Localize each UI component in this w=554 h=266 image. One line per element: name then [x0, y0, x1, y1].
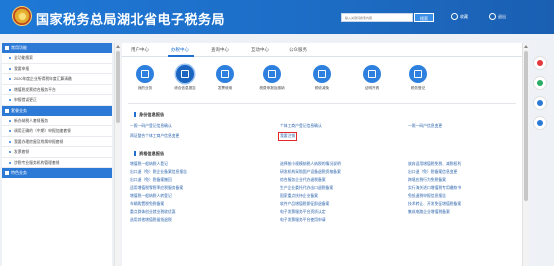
registration-icon — [414, 70, 422, 78]
wechat-icon — [537, 80, 543, 86]
mobile-float-button[interactable] — [533, 96, 547, 110]
service-link[interactable]: 国家重点扶持企业备案 — [280, 194, 318, 199]
service-link[interactable]: 重点群体创业就业税收优惠 — [130, 210, 176, 215]
favorites-link[interactable]: 收藏 — [460, 14, 468, 20]
sidebar-scrollbar[interactable] — [114, 43, 121, 266]
service-link[interactable]: 技术转让、开发免征增值税备案 — [408, 202, 461, 207]
scroll-up-arrow-icon[interactable] — [524, 45, 528, 48]
sidebar-item[interactable]: 调用正确的（中期）申报加速套餐 — [2, 126, 112, 137]
service-link[interactable]: 出口退（免）税备案信息变更 — [408, 170, 457, 175]
site-title: 国家税务总局湖北省电子税务局 — [36, 12, 226, 27]
sidebar-section-packages[interactable]: 套餐业务 — [2, 105, 112, 116]
service-link[interactable]: 研发机构采购国产设备退税资格备案 — [280, 170, 341, 175]
function-certificate[interactable]: 证明开具 — [352, 65, 392, 91]
sidebar-section-common[interactable]: 常用功能 — [2, 43, 112, 53]
function-tax-declaration[interactable]: 税费申报及缴纳 — [252, 65, 292, 91]
service-link[interactable]: 综合服务企业代办退税备案 — [280, 178, 326, 183]
weibo-float-button[interactable] — [533, 56, 547, 70]
site-header: 国家税务总局湖北省电子税务局 搜索 收藏 退出 — [0, 0, 554, 34]
scrollbar-thumb[interactable] — [116, 51, 120, 123]
function-my-business[interactable]: 我的业务 — [125, 65, 165, 91]
briefcase-icon — [141, 70, 149, 78]
section-title-identity: 身份信息报告 — [139, 112, 165, 117]
sidebar-item[interactable]: 我要办理房屋及附属申报套餐 — [2, 137, 112, 147]
scrollbar-thumb[interactable] — [524, 51, 528, 201]
service-link[interactable]: 个体工商户登记信息确认 — [280, 124, 322, 129]
search-input[interactable] — [342, 14, 412, 21]
logout-icon[interactable] — [489, 13, 496, 20]
tab-tax-center[interactable]: 办税中心 — [171, 47, 189, 53]
service-panel: 身份信息报告 一照一码户登记信息确认 个体工商户登记信息确认 一照一码户信息变更… — [128, 103, 516, 266]
grid-icon — [5, 46, 9, 50]
service-link[interactable]: 实行海关进口增值税专用缴款书 — [408, 186, 461, 191]
service-link[interactable]: 增值税一般纳税人登记 — [130, 162, 168, 167]
sidebar-item[interactable]: 申报错误更正 — [2, 95, 112, 106]
service-link[interactable]: 一照一码户登记信息确认 — [130, 124, 172, 129]
main-scrollbar[interactable] — [522, 43, 529, 266]
tab-public-service[interactable]: 公众服务 — [289, 47, 307, 53]
sidebar-item[interactable]: 2020年度企业所得税年度汇算清缴 — [2, 74, 112, 85]
function-invoice[interactable]: 发票使用 — [205, 65, 245, 91]
sidebar-item[interactable]: 我要申报 — [2, 64, 112, 74]
grid-icon — [5, 171, 9, 175]
service-link[interactable]: 增值税一般纳税人转登记 — [130, 194, 172, 199]
sidebar-section-special[interactable]: 特色业务 — [2, 168, 112, 178]
search-button[interactable]: 搜索 — [414, 13, 434, 22]
main-content: 用户中心 办税中心 查询中心 互动中心 公众服务 我的业务 综合信息报告 发票使… — [122, 43, 522, 266]
certificate-icon — [368, 70, 376, 78]
service-link[interactable]: 免抵退税申报信息报告 — [408, 194, 446, 199]
mobile-icon — [537, 100, 543, 106]
service-link[interactable]: 跨境应税行为免税备案 — [408, 178, 446, 183]
service-link[interactable]: 出口退（免）税企业备案信息报告 — [130, 170, 187, 175]
function-registration[interactable]: 税务登记 — [398, 65, 438, 91]
service-link[interactable]: 电子发票服务平台资质认定 — [280, 210, 326, 215]
back-to-top-float-button[interactable] — [533, 116, 547, 130]
service-link[interactable]: 一照一码户信息变更 — [408, 124, 442, 129]
function-tax-relief[interactable]: 税收减免 — [302, 65, 342, 91]
invoice-icon — [221, 70, 229, 78]
cancel-registration-link[interactable]: 我要注销 — [277, 132, 298, 141]
service-link[interactable]: 电子发票服务平台使用申请 — [280, 218, 326, 223]
service-link[interactable]: 生产企业委托代办出口退税备案 — [280, 186, 333, 191]
service-link[interactable]: 出口退（免）税备案撤回 — [130, 178, 172, 183]
top-tabs: 用户中心 办税中心 查询中心 互动中心 公众服务 — [122, 43, 522, 57]
weibo-icon — [537, 60, 543, 66]
sidebar-item[interactable]: 发票套餐 — [2, 147, 112, 158]
section-title-qualification: 资格信息报告 — [139, 151, 165, 156]
service-link[interactable]: 适用增值税零税率应税服务备案 — [130, 186, 183, 191]
tax-bureau-emblem-icon — [12, 6, 32, 26]
sidebar-item[interactable]: 新办纳税人套餐服务 — [2, 116, 112, 126]
logout-link[interactable]: 退出 — [498, 14, 506, 20]
relief-icon — [318, 70, 326, 78]
scroll-up-arrow-icon[interactable] — [116, 45, 120, 48]
wechat-float-button[interactable] — [533, 76, 547, 90]
favorites-icon[interactable] — [451, 13, 458, 20]
left-sidebar: 常用功能 全功能搜索 我要申报 2020年度企业所得税年度汇算清缴 增值税发票综… — [2, 43, 112, 266]
declaration-icon — [268, 70, 276, 78]
tab-query-center[interactable]: 查询中心 — [211, 47, 229, 53]
tab-interaction-center[interactable]: 互动中心 — [251, 47, 269, 53]
tab-user-center[interactable]: 用户中心 — [131, 47, 149, 53]
service-link[interactable]: 选用其他增值税留抵退税 — [130, 218, 172, 223]
service-link[interactable]: 选择按小规模纳税人纳税的情况说明 — [280, 162, 341, 167]
service-link[interactable]: 集成电路企业增值税备案 — [408, 210, 450, 215]
grid-icon — [5, 108, 9, 113]
sidebar-item[interactable]: 全功能搜索 — [2, 53, 112, 64]
function-icon-row: 我的业务 综合信息报告 发票使用 税费申报及缴纳 税收减免 证明开具 税务登记 — [122, 57, 522, 103]
service-link[interactable]: 两证整合个体工商户信息变更 — [130, 134, 179, 139]
function-info-report[interactable]: 综合信息报告 — [165, 65, 205, 91]
service-link[interactable]: 软件产品增值税即征即退备案 — [280, 202, 329, 207]
sidebar-item[interactable]: 增值税发票综合服务平台 — [2, 85, 112, 95]
section-marker — [134, 112, 136, 117]
arrow-up-icon — [537, 120, 543, 126]
service-link[interactable]: 车辆购置税免税备案 — [130, 202, 164, 207]
service-link[interactable]: 放弃适用增值税免税、减税权利 — [408, 162, 461, 167]
sidebar-item[interactable]: 涉税专业服务机构管理套餐 — [2, 158, 112, 168]
section-marker — [134, 151, 136, 156]
document-icon — [181, 70, 189, 78]
search-box[interactable] — [341, 13, 413, 22]
